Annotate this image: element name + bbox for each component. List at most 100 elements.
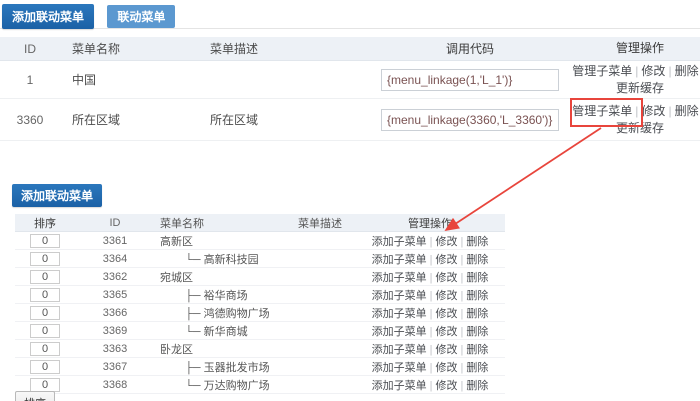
row-id: 3360 (0, 113, 60, 127)
table-row: 3363 卧龙区 添加子菜单|修改|删除 (15, 340, 505, 358)
sort-input[interactable] (30, 252, 60, 266)
row-operations: 添加子菜单|修改|删除 (355, 233, 505, 249)
delete-link[interactable]: 删除 (466, 290, 488, 302)
edit-link[interactable]: 修改 (436, 326, 458, 338)
edit-link[interactable]: 修改 (436, 308, 458, 320)
table-row: 3360 所在区域 所在区域 管理子菜单|修改|删除| 更新缓存 (0, 99, 700, 141)
sort-input[interactable] (30, 234, 60, 248)
row-operations: 管理子菜单|修改|删除| 更新缓存 (570, 63, 700, 97)
sort-input[interactable] (30, 378, 60, 392)
column-header-name: 菜单名称 (60, 40, 210, 57)
edit-link[interactable]: 修改 (436, 380, 458, 392)
submenu-section: 添加联动菜单 排序 ID 菜单名称 菜单描述 管理操作 3361 高新区 添加子… (0, 184, 700, 394)
row-operations: 添加子菜单|修改|删除 (355, 323, 505, 339)
row-name: 宛城区 (155, 269, 285, 285)
row-name: ├─ 裕华商场 (155, 287, 285, 303)
edit-link[interactable]: 修改 (436, 236, 458, 248)
table-row: 3364 └─ 高新科技园 添加子菜单|修改|删除 (15, 250, 505, 268)
add-submenu-link[interactable]: 添加子菜单 (372, 290, 427, 302)
delete-link[interactable]: 删除 (466, 308, 488, 320)
delete-link[interactable]: 删除 (675, 64, 699, 78)
table-row: 3369 └─ 新华商城 添加子菜单|修改|删除 (15, 322, 505, 340)
table-row: 3367 ├─ 玉器批发市场 添加子菜单|修改|删除 (15, 358, 505, 376)
column-header-id: ID (75, 217, 155, 229)
delete-link[interactable]: 删除 (466, 362, 488, 374)
edit-link[interactable]: 修改 (436, 290, 458, 302)
add-linkage-submenu-button[interactable]: 添加联动菜单 (12, 184, 102, 207)
row-operations: 添加子菜单|修改|删除 (355, 287, 505, 303)
table-header-row: 排序 ID 菜单名称 菜单描述 管理操作 (15, 214, 505, 232)
table-row: 3365 ├─ 裕华商场 添加子菜单|修改|删除 (15, 286, 505, 304)
sort-input[interactable] (30, 342, 60, 356)
row-operations: 添加子菜单|修改|删除 (355, 251, 505, 267)
row-name: └─ 万达购物广场 (155, 377, 285, 393)
code-input[interactable] (381, 69, 559, 91)
add-linkage-menu-button[interactable]: 添加联动菜单 (2, 4, 94, 29)
sort-button[interactable]: 排序 (15, 391, 55, 401)
manage-submenu-link[interactable]: 管理子菜单 (572, 64, 632, 78)
row-id: 3362 (75, 271, 155, 283)
row-name: 高新区 (155, 233, 285, 249)
edit-link[interactable]: 修改 (436, 272, 458, 284)
row-name: ├─ 鸿德购物广场 (155, 305, 285, 321)
edit-link[interactable]: 修改 (436, 344, 458, 356)
delete-link[interactable]: 删除 (466, 272, 488, 284)
row-name: 卧龙区 (155, 341, 285, 357)
row-id: 3361 (75, 235, 155, 247)
update-cache-link[interactable]: 更新缓存 (616, 121, 664, 135)
sort-input[interactable] (30, 288, 60, 302)
row-operations: 管理子菜单|修改|删除| 更新缓存 (570, 103, 700, 137)
manage-submenu-link[interactable]: 管理子菜单 (572, 104, 632, 118)
sort-input[interactable] (30, 306, 60, 320)
edit-link[interactable]: 修改 (641, 104, 665, 118)
row-name: └─ 高新科技园 (155, 251, 285, 267)
row-id: 3368 (75, 379, 155, 391)
row-operations: 添加子菜单|修改|删除 (355, 269, 505, 285)
row-id: 1 (0, 73, 60, 87)
row-name: └─ 新华商城 (155, 323, 285, 339)
column-header-name: 菜单名称 (155, 215, 285, 231)
row-name: ├─ 玉器批发市场 (155, 359, 285, 375)
row-operations: 添加子菜单|修改|删除 (355, 377, 505, 393)
edit-link[interactable]: 修改 (436, 254, 458, 266)
column-header-code: 调用代码 (370, 40, 570, 57)
row-operations: 添加子菜单|修改|删除 (355, 305, 505, 321)
row-id: 3364 (75, 253, 155, 265)
add-submenu-link[interactable]: 添加子菜单 (372, 344, 427, 356)
edit-link[interactable]: 修改 (641, 64, 665, 78)
linkage-menu-button[interactable]: 联动菜单 (107, 5, 175, 28)
linkage-menu-table: ID 菜单名称 菜单描述 调用代码 管理操作 1 中国 管理子菜单|修改|删除|… (0, 37, 700, 141)
row-name: 所在区域 (60, 111, 210, 128)
add-submenu-link[interactable]: 添加子菜单 (372, 380, 427, 392)
add-submenu-link[interactable]: 添加子菜单 (372, 272, 427, 284)
table-row: 3362 宛城区 添加子菜单|修改|删除 (15, 268, 505, 286)
row-id: 3366 (75, 307, 155, 319)
sort-input[interactable] (30, 270, 60, 284)
delete-link[interactable]: 删除 (466, 254, 488, 266)
row-operations: 添加子菜单|修改|删除 (355, 341, 505, 357)
table-row: 3368 └─ 万达购物广场 添加子菜单|修改|删除 (15, 376, 505, 394)
edit-link[interactable]: 修改 (436, 362, 458, 374)
column-header-sort: 排序 (15, 215, 75, 231)
sort-input[interactable] (30, 324, 60, 338)
row-desc: 所在区域 (210, 111, 370, 128)
toolbar: 添加联动菜单 联动菜单 (0, 0, 700, 29)
add-submenu-link[interactable]: 添加子菜单 (372, 308, 427, 320)
add-submenu-link[interactable]: 添加子菜单 (372, 254, 427, 266)
column-header-ops: 管理操作 (570, 40, 700, 57)
delete-link[interactable]: 删除 (466, 236, 488, 248)
add-submenu-link[interactable]: 添加子菜单 (372, 236, 427, 248)
delete-link[interactable]: 删除 (466, 380, 488, 392)
delete-link[interactable]: 删除 (466, 344, 488, 356)
add-submenu-link[interactable]: 添加子菜单 (372, 326, 427, 338)
table-row: 3366 ├─ 鸿德购物广场 添加子菜单|修改|删除 (15, 304, 505, 322)
add-submenu-link[interactable]: 添加子菜单 (372, 362, 427, 374)
sort-input[interactable] (30, 360, 60, 374)
update-cache-link[interactable]: 更新缓存 (616, 81, 664, 95)
delete-link[interactable]: 删除 (675, 104, 699, 118)
row-operations: 添加子菜单|修改|删除 (355, 359, 505, 375)
row-id: 3365 (75, 289, 155, 301)
code-input[interactable] (381, 109, 559, 131)
delete-link[interactable]: 删除 (466, 326, 488, 338)
column-header-desc: 菜单描述 (285, 215, 355, 231)
